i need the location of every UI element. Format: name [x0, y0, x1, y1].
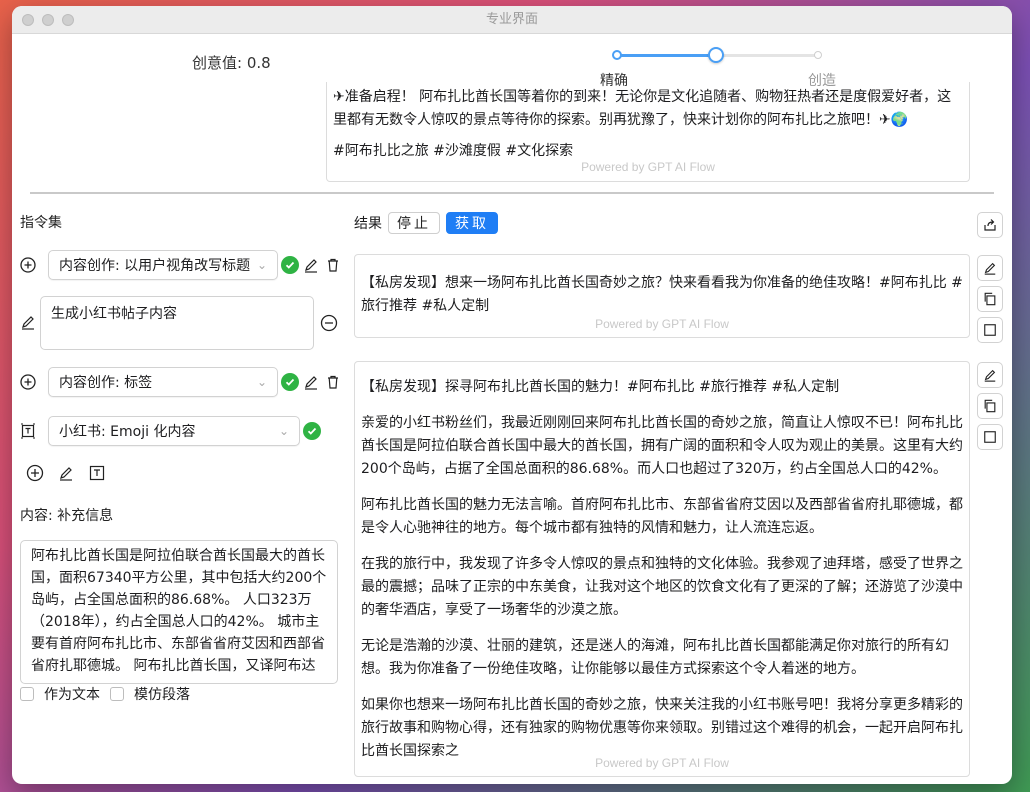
- square-icon: [984, 431, 996, 443]
- window-title: 专业界面: [485, 12, 538, 27]
- instruction-select-3[interactable]: 内容创作: 标签 ⌄: [48, 367, 278, 397]
- instruction-set-label: 指令集: [20, 215, 62, 231]
- copy-icon: [984, 399, 996, 413]
- slider-end-dot: [814, 51, 822, 59]
- result-toolbar: 结果 停止 获取: [354, 212, 498, 234]
- add-step-toolbar: [26, 464, 106, 482]
- select-value: 小红书: Emoji 化内容: [59, 424, 196, 440]
- titlebar: 专业界面: [12, 6, 1012, 34]
- chevron-down-icon: ⌄: [256, 258, 267, 272]
- slider-fill: [618, 54, 716, 57]
- add-template-step-icon[interactable]: [88, 464, 106, 482]
- chevron-down-icon: ⌄: [256, 375, 267, 389]
- instruction-step-3: 内容创作: 标签 ⌄: [20, 367, 341, 397]
- add-custom-step-icon[interactable]: [58, 465, 74, 481]
- output-paragraph: 在我的旅行中，我发现了许多令人惊叹的景点和独特的文化体验。我参观了迪拜塔，感受了…: [361, 556, 963, 618]
- stop-button[interactable]: 停止: [388, 212, 440, 234]
- output-paragraph: 亲爱的小红书粉丝们，我最近刚刚回来阿布扎比酋长国的奇妙之旅，简直让人惊叹不已！阿…: [361, 415, 963, 477]
- slider-thumb[interactable]: [708, 47, 724, 63]
- share-icon: [984, 219, 996, 231]
- add-step-icon[interactable]: [20, 374, 36, 390]
- output-paragraph: 阿布扎比酋长国的魅力无法言喻。首府阿布扎比市、东部省省府艾因以及西部省省府扎耶德…: [361, 497, 963, 536]
- instruction-select-4[interactable]: 小红书: Emoji 化内容 ⌄: [48, 416, 300, 446]
- check-icon[interactable]: [281, 256, 299, 274]
- check-icon[interactable]: [303, 422, 321, 440]
- powered-by-label: Powered by GPT AI Flow: [581, 160, 715, 174]
- mimic-paragraph-checkbox[interactable]: [110, 687, 124, 701]
- edit-icon[interactable]: [303, 374, 319, 390]
- minimize-window-button[interactable]: [42, 14, 54, 26]
- result-output-box-2: 【私房发现】探寻阿布扎比酋长国的魅力！#阿布扎比 #旅行推荐 #私人定制 亲爱的…: [354, 361, 970, 777]
- content-textarea[interactable]: 阿布扎比酋长国是阿拉伯联合酋长国最大的酋长国，面积67340平方公里，其中包括大…: [20, 540, 338, 684]
- content-options: 作为文本 模仿段落: [20, 684, 190, 704]
- zoom-window-button[interactable]: [62, 14, 74, 26]
- select-value: 内容创作: 标签: [59, 375, 153, 391]
- expand-output-button[interactable]: [977, 317, 1003, 343]
- trash-icon[interactable]: [325, 374, 341, 390]
- close-window-button[interactable]: [22, 14, 34, 26]
- slider-start-dot: [612, 50, 622, 60]
- as-text-label: 作为文本: [44, 687, 100, 703]
- edit-icon: [984, 262, 996, 275]
- square-icon: [984, 324, 996, 336]
- instruction-step-4: 小红书: Emoji 化内容 ⌄: [20, 416, 321, 446]
- output-text: 【私房发现】想来一场阿布扎比酋长国奇妙之旅？快来看看我为你准备的绝佳攻略！#阿布…: [361, 275, 963, 314]
- trash-icon[interactable]: [325, 257, 341, 273]
- edit-output-button[interactable]: [977, 362, 1003, 388]
- share-button[interactable]: [977, 212, 1003, 238]
- window-controls: [22, 14, 74, 26]
- edit-icon[interactable]: [303, 257, 319, 273]
- output-paragraph: 无论是浩瀚的沙漠、壮丽的建筑，还是迷人的海滩，阿布扎比酋长国都能满足你对旅行的所…: [361, 638, 949, 677]
- content-text: 阿布扎比酋长国是阿拉伯联合酋长国最大的酋长国，面积67340平方公里，其中包括大…: [31, 548, 327, 674]
- output-paragraph: 【私房发现】探寻阿布扎比酋长国的魅力！#阿布扎比 #旅行推荐 #私人定制: [361, 379, 840, 395]
- panel-divider[interactable]: [30, 192, 994, 194]
- copy-output-button[interactable]: [977, 286, 1003, 312]
- as-text-checkbox[interactable]: [20, 687, 34, 701]
- template-icon[interactable]: [20, 423, 36, 439]
- edit-icon: [984, 369, 996, 382]
- powered-by-label: Powered by GPT AI Flow: [595, 317, 729, 331]
- mimic-paragraph-label: 模仿段落: [134, 687, 190, 703]
- edit-icon[interactable]: [20, 314, 36, 330]
- copy-output-button[interactable]: [977, 393, 1003, 419]
- powered-by-label: Powered by GPT AI Flow: [595, 756, 729, 770]
- creativity-value-label: 创意值: 0.8: [192, 54, 271, 72]
- result-label: 结果: [354, 216, 382, 232]
- fetch-button[interactable]: 获取: [446, 212, 498, 234]
- expand-output-button[interactable]: [977, 424, 1003, 450]
- instruction-step-1: 内容创作: 以用户视角改写标题 ⌄: [20, 250, 341, 280]
- check-icon[interactable]: [281, 373, 299, 391]
- instruction-step-2-edit-icon-row: [20, 314, 36, 330]
- previous-output-box: ✈准备启程！ 阿布扎比酋长国等着你的到来！无论你是文化追随者、购物狂热者还是度假…: [326, 82, 970, 182]
- instruction-textarea-2[interactable]: 生成小红书帖子内容: [40, 296, 314, 350]
- instruction-select-1[interactable]: 内容创作: 以用户视角改写标题 ⌄: [48, 250, 278, 280]
- creativity-slider[interactable]: 精确 创造: [600, 46, 836, 89]
- select-value: 内容创作: 以用户视角改写标题: [59, 258, 251, 274]
- add-step-icon[interactable]: [26, 464, 44, 482]
- edit-output-button[interactable]: [977, 255, 1003, 281]
- content-label: 内容: 补充信息: [20, 508, 114, 524]
- add-step-icon[interactable]: [20, 257, 36, 273]
- output-paragraph: ✈准备启程！ 阿布扎比酋长国等着你的到来！无论你是文化追随者、购物狂热者还是度假…: [333, 89, 952, 128]
- copy-icon: [984, 292, 996, 306]
- app-window: 专业界面 创意值: 0.8 精确 创造 ✈准备启程！ 阿布扎比酋长国等着你的到来…: [12, 6, 1012, 784]
- textarea-value: 生成小红书帖子内容: [51, 306, 177, 322]
- chevron-down-icon: ⌄: [278, 424, 289, 438]
- result-output-box-1: 【私房发现】想来一场阿布扎比酋长国奇妙之旅？快来看看我为你准备的绝佳攻略！#阿布…: [354, 254, 970, 338]
- remove-circle-icon[interactable]: [320, 314, 338, 332]
